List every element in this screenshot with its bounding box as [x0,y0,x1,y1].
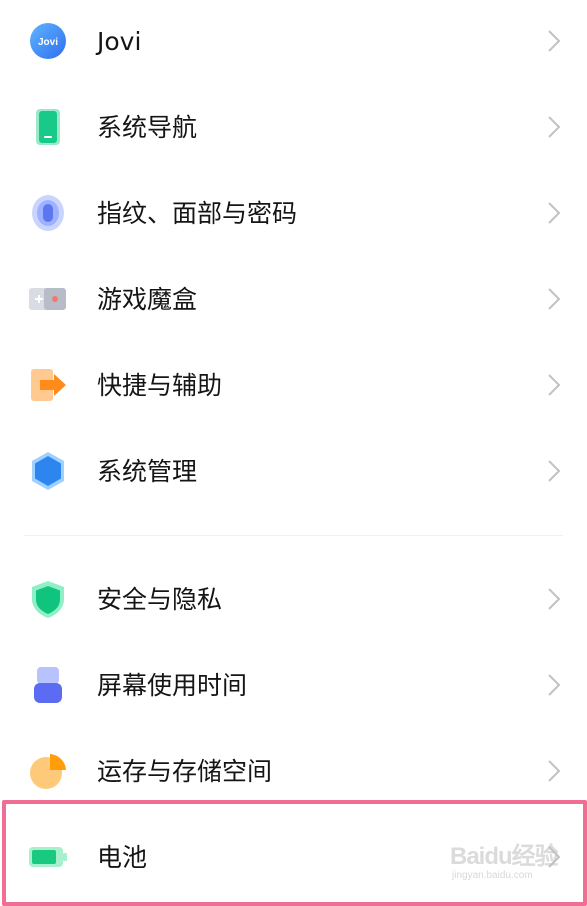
settings-item-ram-storage[interactable]: 运存与存储空间 [0,730,587,816]
chevron-right-icon [548,760,561,782]
chevron-right-icon [548,674,561,696]
chevron-right-icon [548,374,561,396]
chevron-right-icon [548,202,561,224]
jovi-icon-text: Jovi [38,37,58,48]
settings-item-label: 指纹、面部与密码 [97,199,298,228]
fingerprint-icon [32,195,64,231]
settings-item-label: 游戏魔盒 [97,285,198,314]
settings-item-label: 快捷与辅助 [97,371,223,400]
chevron-right-icon [548,588,561,610]
chevron-right-icon [548,846,561,868]
settings-item-label: 系统管理 [97,457,198,486]
settings-item-jovi[interactable]: Jovi Jovi [0,0,587,86]
settings-item-game-box[interactable]: 游戏魔盒 [0,258,587,344]
chevron-right-icon [548,288,561,310]
hourglass-icon [34,667,62,703]
settings-item-battery[interactable]: 电池 [0,816,587,902]
jovi-icon: Jovi [30,23,66,59]
settings-item-label: Jovi [97,27,142,56]
settings-item-label: 运存与存储空间 [97,757,273,786]
pie-chart-icon [30,754,66,789]
settings-item-system-management[interactable]: 系统管理 [0,430,587,516]
settings-item-label: 电池 [97,843,148,872]
settings-item-screen-time[interactable]: 屏幕使用时间 [0,644,587,730]
settings-item-label: 安全与隐私 [97,585,223,614]
chevron-right-icon [548,116,561,138]
chevron-right-icon [548,460,561,482]
settings-item-label: 屏幕使用时间 [97,671,248,700]
battery-icon [29,847,67,867]
settings-item-fingerprint-face-password[interactable]: 指纹、面部与密码 [0,172,587,258]
gamepad-icon [29,288,66,310]
settings-item-system-navigation[interactable]: 系统导航 [0,86,587,172]
settings-item-shortcuts-accessibility[interactable]: 快捷与辅助 [0,344,587,430]
settings-item-label: 系统导航 [97,113,198,142]
phone-icon [36,109,60,145]
shield-icon [32,581,64,618]
section-divider [24,535,563,536]
chevron-right-icon [548,30,561,52]
settings-item-security-privacy[interactable]: 安全与隐私 [0,558,587,644]
hexagon-icon [32,452,64,490]
arrow-right-icon [31,369,66,401]
